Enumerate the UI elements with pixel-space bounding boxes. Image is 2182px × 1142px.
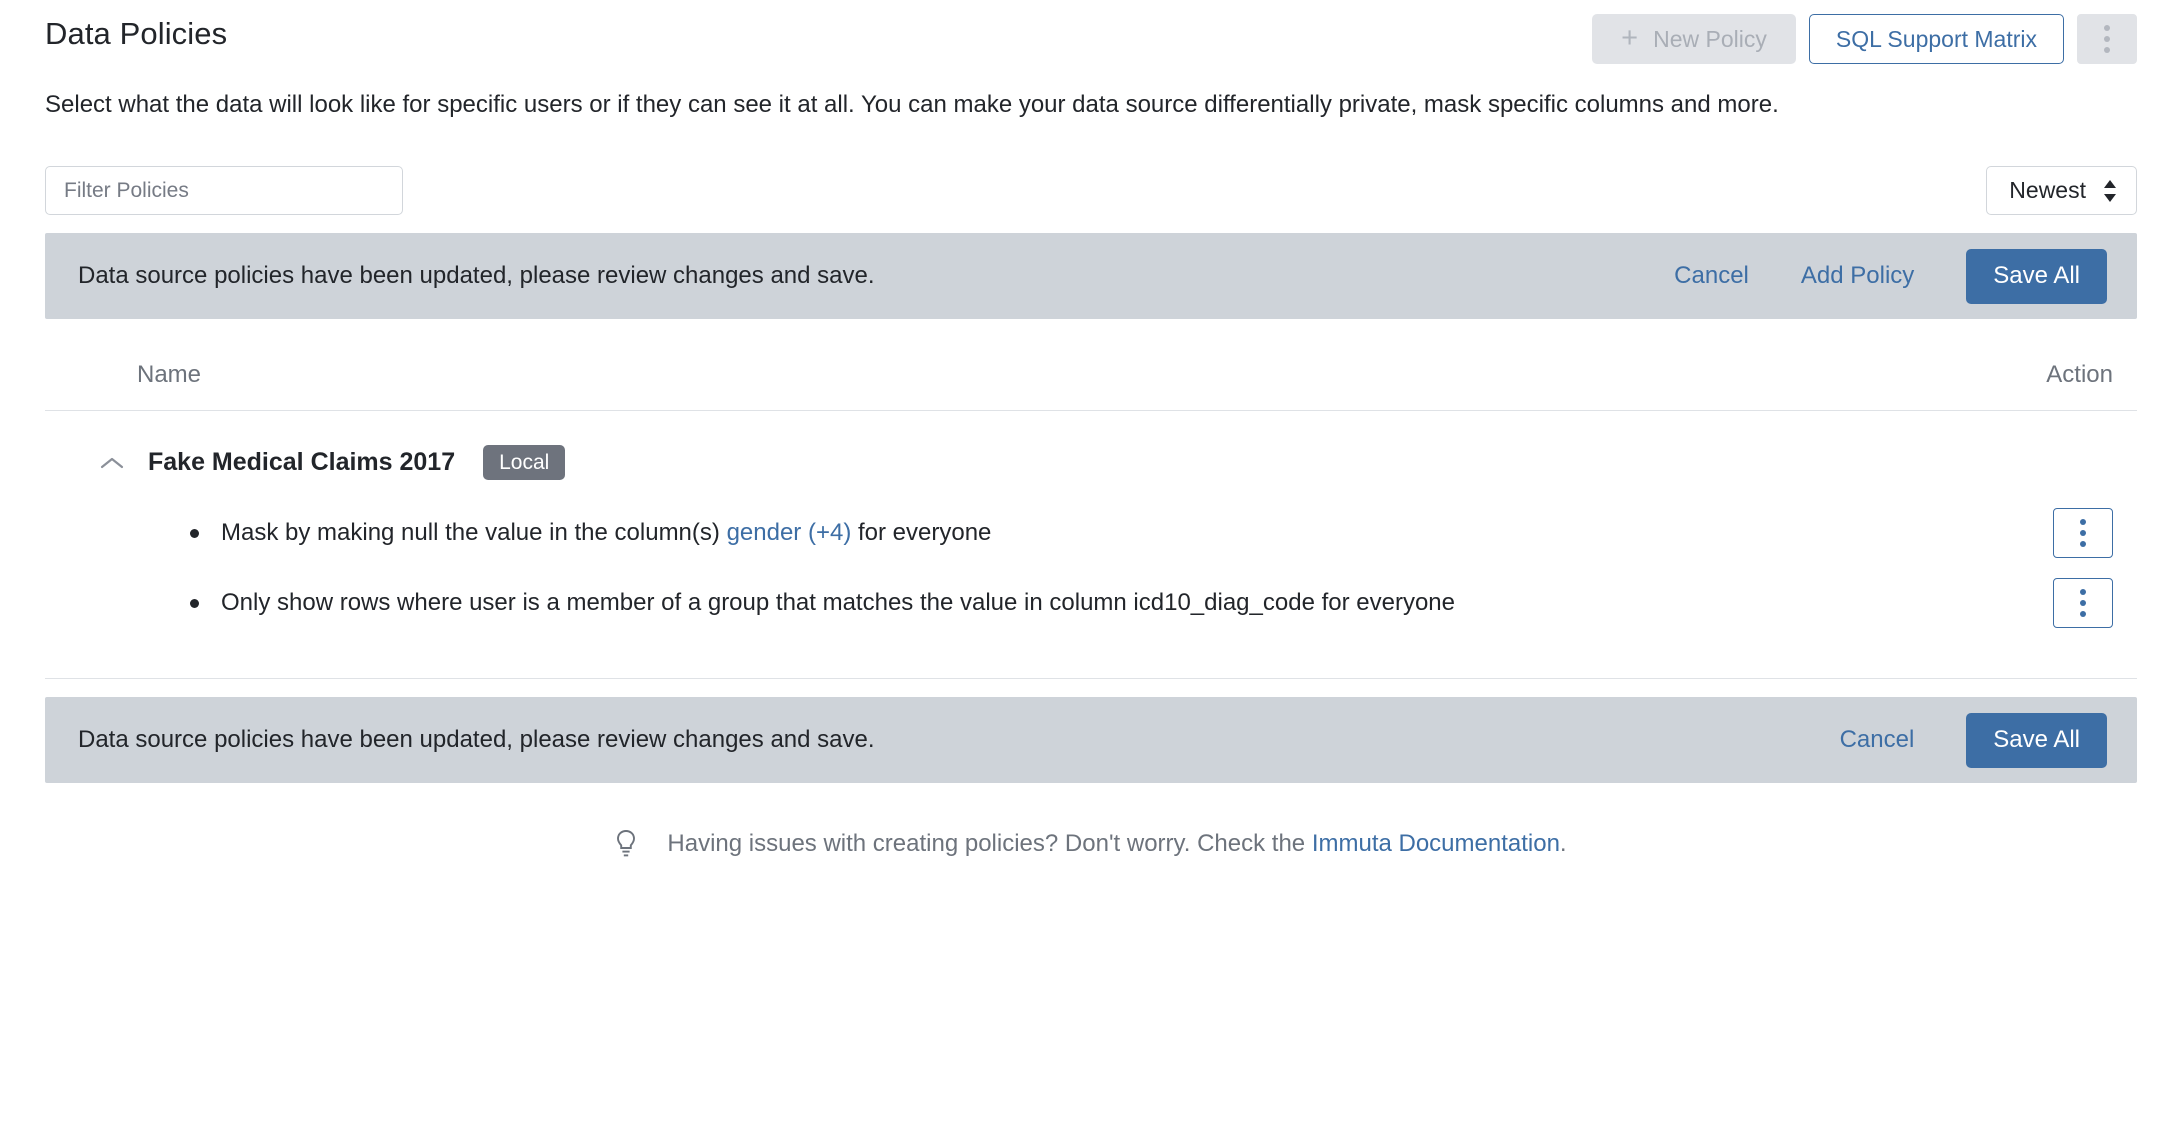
filter-policies-input[interactable]	[45, 166, 403, 215]
policy-rows: Mask by making null the value in the col…	[45, 498, 2137, 638]
policy-description: Mask by making null the value in the col…	[45, 517, 991, 549]
policies-table: Name Action Fake Medical Claims 2017 Loc…	[45, 339, 2137, 679]
policy-action-button[interactable]	[2053, 508, 2113, 558]
column-header-name: Name	[137, 360, 202, 388]
column-header-action: Action	[2046, 360, 2113, 388]
policy-group-header[interactable]: Fake Medical Claims 2017 Local	[45, 419, 2137, 480]
banner-actions: Cancel Save All	[1840, 712, 2107, 768]
policy-group-name: Fake Medical Claims 2017	[148, 448, 456, 476]
status-badge: Local	[483, 445, 566, 480]
banner-message: Data source policies have been updated, …	[78, 726, 875, 753]
cancel-button-bottom[interactable]: Cancel	[1840, 726, 1915, 754]
bullet-icon	[190, 598, 199, 608]
table-row: Mask by making null the value in the col…	[45, 498, 2137, 568]
policies-updated-banner-top: Data source policies have been updated, …	[45, 233, 2137, 319]
banner-message: Data source policies have been updated, …	[78, 262, 875, 289]
kebab-vertical-icon	[2080, 519, 2086, 547]
policy-text: Mask by making null the value in the col…	[221, 517, 991, 549]
policy-description: Only show rows where user is a member of…	[45, 587, 1455, 619]
sql-support-matrix-label: SQL Support Matrix	[1835, 25, 2037, 52]
sql-support-matrix-button[interactable]: SQL Support Matrix	[1808, 14, 2064, 64]
header-overflow-button[interactable]	[2077, 14, 2137, 64]
footer-text: Having issues with creating policies? Do…	[667, 830, 1306, 857]
policy-columns-link[interactable]: gender (+4)	[727, 519, 852, 546]
cancel-button-top[interactable]: Cancel	[1674, 262, 1749, 290]
banner-actions: Cancel Add Policy Save All	[1674, 248, 2107, 304]
new-policy-label: New Policy	[1653, 25, 1767, 52]
chevron-up-down-icon	[2102, 177, 2118, 205]
bullet-icon	[190, 528, 199, 538]
footer-help: Having issues with creating policies? Do…	[45, 829, 2137, 859]
data-policies-page: Data Policies + New Policy SQL Support M…	[0, 0, 2182, 1142]
policy-text: Only show rows where user is a member of…	[221, 587, 1455, 619]
filter-row: Newest	[45, 166, 2137, 215]
footer-help-text: Having issues with creating policies? Do…	[667, 830, 1566, 858]
page-description: Select what the data will look like for …	[45, 91, 1779, 118]
table-header-row: Name Action	[45, 339, 2137, 411]
page-title: Data Policies	[45, 16, 228, 51]
lightbulb-icon	[615, 829, 637, 859]
table-row: Only show rows where user is a member of…	[45, 568, 2137, 638]
policy-text-before: Mask by making null the value in the col…	[221, 519, 720, 546]
footer-text-end: .	[1559, 830, 1567, 857]
immuta-documentation-link[interactable]: Immuta Documentation	[1312, 830, 1560, 857]
policy-group: Fake Medical Claims 2017 Local Mask by m…	[45, 411, 2137, 679]
save-all-button-top[interactable]: Save All	[1966, 248, 2107, 304]
new-policy-button[interactable]: + New Policy	[1592, 14, 1796, 64]
add-policy-button[interactable]: Add Policy	[1801, 262, 1914, 290]
policy-text-before: Only show rows where user is a member of…	[221, 589, 1455, 616]
policy-action-button[interactable]	[2053, 578, 2113, 628]
sort-order-value: Newest	[2009, 177, 2086, 203]
header-actions: + New Policy SQL Support Matrix	[1592, 14, 2137, 64]
section-divider	[45, 678, 2137, 679]
save-all-button-bottom[interactable]: Save All	[1966, 712, 2107, 768]
policy-text-after: for everyone	[857, 519, 992, 546]
policies-updated-banner-bottom: Data source policies have been updated, …	[45, 697, 2137, 783]
page-header: Data Policies + New Policy SQL Support M…	[45, 0, 2137, 70]
chevron-up-icon[interactable]	[100, 452, 124, 474]
kebab-vertical-icon	[2104, 25, 2110, 53]
sort-order-select[interactable]: Newest	[1986, 166, 2137, 215]
kebab-vertical-icon	[2080, 589, 2086, 617]
